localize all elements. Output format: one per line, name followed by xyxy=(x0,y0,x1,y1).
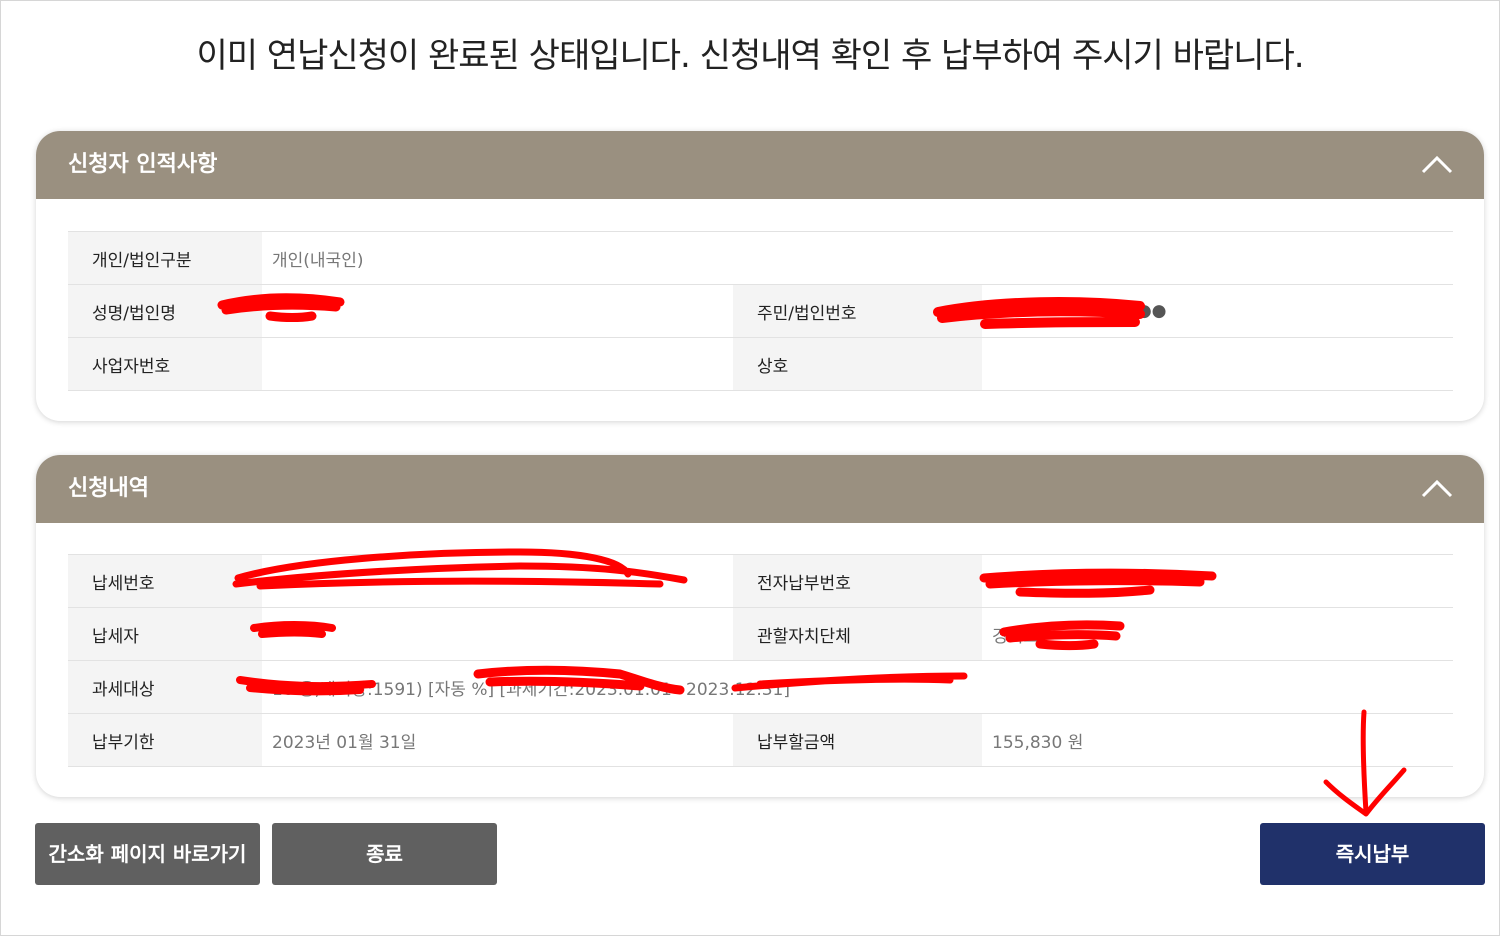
company-label: 상호 xyxy=(733,337,982,391)
close-button[interactable]: 종료 xyxy=(272,823,497,885)
object-label: 과세대상 xyxy=(68,660,262,714)
table-row: 성명/법인명 주민/법인번호 ●●● xyxy=(68,284,1454,338)
table-row: 납세자 관할자치단체 경기도 xyxy=(68,607,1453,661)
object-value: 10 용,배기량:1591) [자동 %] [과세기간:2023.01.01~2… xyxy=(262,660,1453,714)
type-value: 개인(내국인) xyxy=(262,231,1454,285)
name-value xyxy=(262,284,733,338)
due-label: 납부기한 xyxy=(68,713,262,767)
table-row: 납부기한 2023년 01월 31일 납부할금액 155,830 원 xyxy=(68,713,1453,767)
idnum-masked: ●●● xyxy=(1122,301,1167,321)
biznum-value xyxy=(262,337,733,391)
pay-now-button[interactable]: 즉시납부 xyxy=(1260,823,1485,885)
applicant-info-table: 개인/법인구분 개인(내국인) 성명/법인명 주민/법인번호 ●●● 사업자번호… xyxy=(68,231,1454,391)
amount-value: 155,830 원 xyxy=(982,713,1453,767)
request-details-title: 신청내역 xyxy=(68,476,149,501)
request-details-header[interactable]: 신청내역 xyxy=(36,455,1484,523)
collapse-chevron-up-icon[interactable] xyxy=(1420,153,1454,175)
due-value: 2023년 01월 31일 xyxy=(262,713,733,767)
applicant-info-title: 신청자 인적사항 xyxy=(68,152,218,177)
taxnum-label: 납세번호 xyxy=(68,554,262,608)
taxpayer-label: 납세자 xyxy=(68,607,262,661)
collapse-chevron-up-icon[interactable] xyxy=(1420,477,1454,499)
taxpayer-value xyxy=(262,607,733,661)
table-row: 사업자번호 상호 xyxy=(68,337,1454,391)
type-label: 개인/법인구분 xyxy=(68,231,262,285)
company-value xyxy=(982,337,1454,391)
table-row: 과세대상 10 용,배기량:1591) [자동 %] [과세기간:2023.01… xyxy=(68,660,1453,714)
authority-label: 관할자치단체 xyxy=(733,607,982,661)
request-details-panel: 신청내역 납세번호 전자납부번호 납세자 관할자치단체 경기도 과세대상 10 … xyxy=(36,455,1484,797)
idnum-value: ●●● xyxy=(982,284,1454,338)
biznum-label: 사업자번호 xyxy=(68,337,262,391)
name-label: 성명/법인명 xyxy=(68,284,262,338)
simple-page-button[interactable]: 간소화 페이지 바로가기 xyxy=(35,823,260,885)
idnum-label: 주민/법인번호 xyxy=(733,284,982,338)
applicant-info-header[interactable]: 신청자 인적사항 xyxy=(36,131,1484,199)
amount-label: 납부할금액 xyxy=(733,713,982,767)
request-details-table: 납세번호 전자납부번호 납세자 관할자치단체 경기도 과세대상 10 용,배기량… xyxy=(68,554,1453,767)
notice-message: 이미 연납신청이 완료된 상태입니다. 신청내역 확인 후 납부하여 주시기 바… xyxy=(196,36,1304,76)
epay-value xyxy=(982,554,1453,608)
taxnum-value xyxy=(262,554,733,608)
table-row: 개인/법인구분 개인(내국인) xyxy=(68,231,1454,285)
applicant-info-panel: 신청자 인적사항 개인/법인구분 개인(내국인) 성명/법인명 주민/법인번호 … xyxy=(36,131,1484,421)
epay-label: 전자납부번호 xyxy=(733,554,982,608)
authority-value: 경기도 xyxy=(982,607,1453,661)
table-row: 납세번호 전자납부번호 xyxy=(68,554,1453,608)
